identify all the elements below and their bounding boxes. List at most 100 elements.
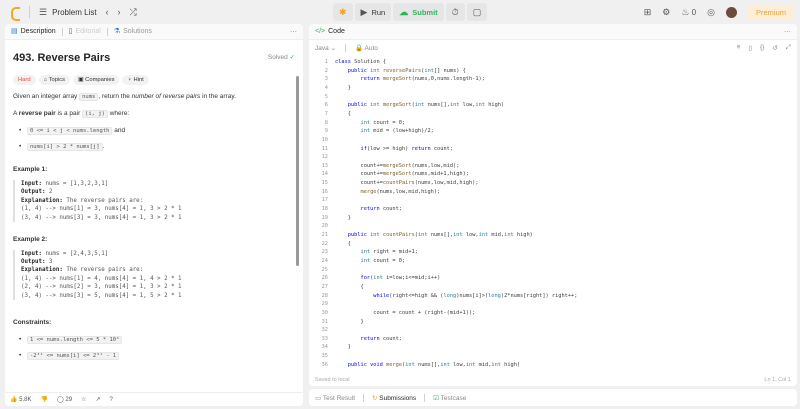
debug-button[interactable]: ✱ (333, 3, 353, 21)
editor-status-bar: Saved to local Ln 1, Col 1 (309, 374, 797, 386)
problem-list-button[interactable]: ☰ Problem List (39, 6, 97, 17)
hint-chip[interactable]: ♀ Hint (122, 74, 149, 86)
code-line[interactable]: 23 int right = mid+1; (309, 248, 789, 257)
notes-button[interactable]: ▢ (466, 3, 488, 21)
code-line[interactable]: 26 for(int i=low;i<=mid;i++) (309, 274, 789, 283)
comments-button[interactable]: ◯ 29 (57, 396, 72, 403)
tab-description[interactable]: ▤ Description (11, 28, 56, 35)
code-line[interactable]: 32 (309, 326, 789, 335)
reset-icon[interactable]: ↺ (772, 44, 777, 52)
code-line[interactable]: 2 public int reversePairs(int[] nums) { (309, 67, 789, 76)
code-line[interactable]: 15 count+=countPairs(nums,low,mid,high); (309, 179, 789, 188)
tab-test-result[interactable]: ▭ Test Result (315, 394, 355, 402)
code-line[interactable]: 3 return mergeSort(nums,0,nums.length-1)… (309, 75, 789, 84)
braces-icon[interactable]: {} (760, 44, 764, 52)
code-line[interactable]: 24 int count = 0; (309, 257, 789, 266)
code-line[interactable]: 1 class Solution { (309, 58, 789, 67)
list-icon: ☰ (39, 6, 48, 17)
star-icon[interactable]: ☆ (81, 396, 86, 403)
code-line[interactable]: 18 return count; (309, 205, 789, 214)
text: Given an integer array (13, 93, 80, 101)
checkbox-icon: ☑ (433, 394, 439, 402)
format-icon[interactable]: ≡ (737, 44, 741, 52)
code-line[interactable]: 30 count = count + (right-(mid+1)); (309, 309, 789, 318)
dislike-button[interactable]: 👎 (41, 396, 48, 403)
constraints-list: 1 <= nums.length <= 5 * 10⁴ -2³¹ <= nums… (19, 335, 295, 362)
companies-chip[interactable]: ▣ Companies (73, 74, 120, 86)
line-number: 25 (321, 266, 328, 273)
code-line[interactable]: 31 } (309, 318, 789, 327)
bookmark-icon[interactable]: ▯ (748, 44, 752, 52)
premium-button[interactable]: Premium (747, 4, 794, 20)
code-line[interactable]: 4 } (309, 84, 789, 93)
help-icon[interactable]: ? (109, 397, 112, 403)
code-icon: </> (315, 28, 326, 35)
run-button[interactable]: ▶ Run (354, 3, 392, 21)
code-line[interactable]: 19 } (309, 214, 789, 223)
code-editor[interactable]: 1 class Solution {2 public int reversePai… (309, 56, 797, 372)
code-line[interactable]: 20 (309, 222, 789, 231)
tab-label: Testcase (440, 394, 467, 402)
line-number: 11 (321, 145, 328, 152)
code-line[interactable]: 22 { (309, 240, 789, 249)
submit-button[interactable]: ☁ Submit (393, 3, 444, 21)
avatar[interactable] (725, 6, 737, 18)
code-text: count+=countPairs(nums,low,mid,high); (335, 180, 479, 187)
game-icon[interactable]: ◎ (707, 7, 715, 17)
shuffle-icon[interactable]: ⤮ (130, 7, 137, 17)
code-line[interactable]: 35 (309, 352, 789, 361)
code-line[interactable]: 11 if(low >= high) return count; (309, 145, 789, 154)
console-tab-bar: ▭ Test Result ↻ Submissions ☑ Testcase (309, 389, 797, 406)
code-line[interactable]: 16 merge(nums,low,mid,high); (309, 188, 789, 197)
chevron-left-icon[interactable]: ‹ (106, 7, 109, 17)
scrollbar[interactable] (296, 76, 299, 266)
code-line[interactable]: 14 count+=mergeSort(nums,mid+1,high); (309, 170, 789, 179)
more-options-icon[interactable]: ⋯ (290, 28, 297, 36)
code-line[interactable]: 13 count+=mergeSort(nums,low,mid); (309, 162, 789, 171)
tab-editorial-label: Editorial (75, 28, 101, 35)
more-options-icon[interactable]: ⋯ (784, 28, 791, 36)
streak-counter[interactable]: ♨ 0 (681, 7, 696, 17)
terminal-icon: ▭ (315, 394, 322, 402)
layout-grid-icon[interactable]: ⊞ (644, 7, 652, 17)
chevron-right-icon[interactable]: › (118, 7, 121, 17)
like-button[interactable]: 👍 5.8K (10, 396, 32, 403)
problem-title[interactable]: 493. Reverse Pairs (13, 50, 110, 67)
tab-testcase[interactable]: ☑ Testcase (433, 394, 466, 402)
tab-editorial[interactable]: ▯ Editorial (69, 28, 101, 35)
tab-code[interactable]: </> Code (315, 28, 345, 35)
code-line[interactable]: 8 int count = 0; (309, 119, 789, 128)
code-line[interactable]: 10 (309, 136, 789, 145)
timer-button[interactable]: ⏱ (445, 3, 465, 21)
leetcode-logo[interactable] (10, 6, 20, 21)
code-text: count+=mergeSort(nums,mid+1,high); (335, 171, 469, 178)
code-line[interactable]: 12 (309, 153, 789, 162)
definition: A reverse pair is a pair (i, j) where: (13, 109, 295, 119)
fullscreen-icon[interactable]: ⤢ (786, 44, 791, 52)
code-line[interactable]: 25 (309, 266, 789, 275)
code-line[interactable]: 21 public int countPairs(int nums[],int … (309, 231, 789, 240)
code-line[interactable]: 27 { (309, 283, 789, 292)
code-line[interactable]: 9 int mid = (low+high)/2; (309, 127, 789, 136)
settings-gear-icon[interactable]: ⚙ (662, 7, 670, 17)
console-panel: ▭ Test Result ↻ Submissions ☑ Testcase (309, 389, 797, 406)
code-line[interactable]: 7 { (309, 110, 789, 119)
code-line[interactable]: 28 while(right<=high && (long)nums[i]>(l… (309, 292, 789, 301)
code-line[interactable]: 34 } (309, 343, 789, 352)
code-line[interactable]: 33 return count; (309, 335, 789, 344)
book-icon: ▯ (68, 28, 73, 35)
tab-submissions[interactable]: ↻ Submissions (372, 394, 416, 402)
topics-chip[interactable]: ⌂ Topics (38, 74, 71, 86)
code-line[interactable]: 36 public void merge(int nums[],int low,… (309, 361, 789, 370)
code-line[interactable]: 29 (309, 300, 789, 309)
code-text: count = count + (right-(mid+1)); (335, 309, 476, 316)
tab-solutions[interactable]: ⚗ Solutions (114, 28, 152, 35)
auto-mode[interactable]: 🔒 Auto (355, 44, 378, 52)
value: 2 (45, 189, 53, 196)
code-line[interactable]: 5 (309, 93, 789, 102)
share-icon[interactable]: ↗ (95, 396, 100, 403)
code-line[interactable]: 6 public int mergeSort(int nums[],int lo… (309, 101, 789, 110)
text: in the array. (200, 93, 236, 101)
language-select[interactable]: Java ⌄ (315, 44, 336, 52)
code-line[interactable]: 17 (309, 196, 789, 205)
